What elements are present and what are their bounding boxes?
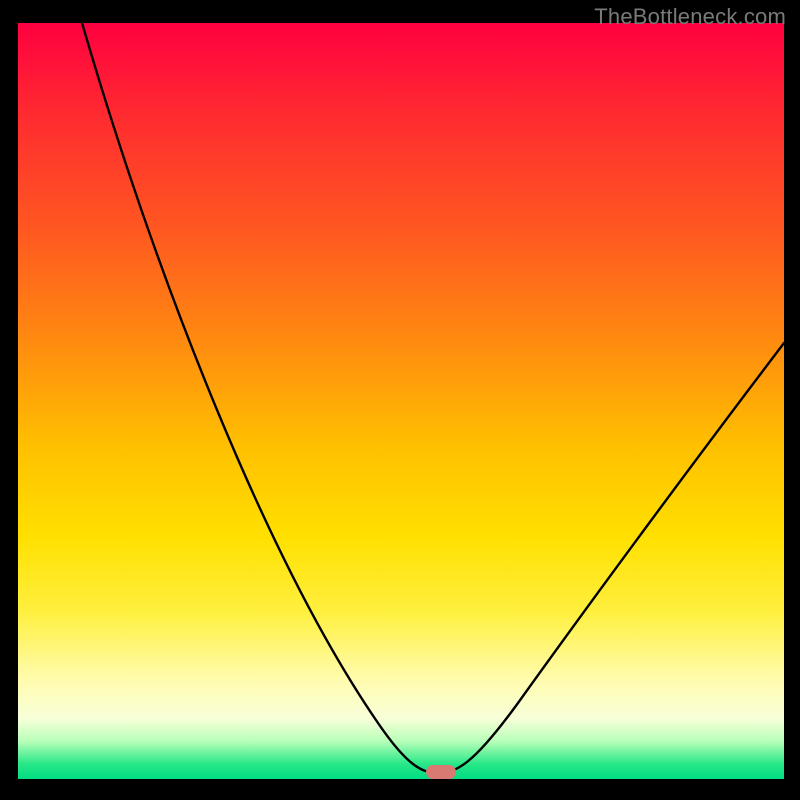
optimal-point-marker	[426, 765, 456, 779]
watermark-text: TheBottleneck.com	[594, 4, 786, 30]
plot-area	[18, 23, 784, 779]
curve-path	[82, 23, 784, 773]
chart-frame: TheBottleneck.com	[0, 0, 800, 800]
bottleneck-curve	[18, 23, 784, 779]
